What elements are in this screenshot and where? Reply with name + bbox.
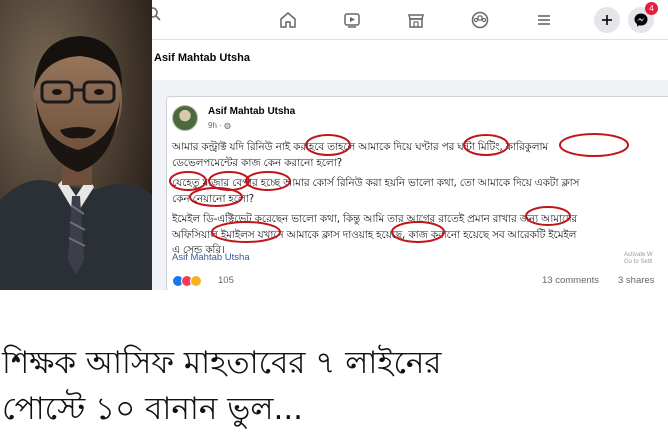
activation-line: Go to Setti	[624, 259, 653, 265]
reaction-count[interactable]: 105	[218, 275, 234, 286]
activation-line: Activate W	[624, 252, 653, 258]
globe-icon: ◍	[224, 121, 231, 130]
notification-count: 4	[649, 4, 654, 13]
post-line: ইমেইল ডি-এক্টিভেট করেছেন ভালো কথা, কিন্ত…	[172, 213, 577, 225]
menu-icon[interactable]	[530, 6, 558, 34]
search-icon	[152, 6, 162, 26]
watch-icon[interactable]	[338, 6, 366, 34]
avatar[interactable]	[172, 105, 198, 131]
activation-watermark: Activate W Go to Setti	[624, 252, 653, 266]
portrait-photo	[0, 0, 152, 290]
portrait-illustration	[0, 0, 152, 290]
headline-line: পোস্টে ১০ বানান ভুল...	[2, 391, 304, 427]
haha-reaction-icon	[190, 275, 202, 287]
shares-count[interactable]: 3 shares	[618, 275, 654, 286]
plus-icon[interactable]	[594, 7, 620, 33]
facebook-top-nav: 4	[152, 0, 668, 40]
comments-count[interactable]: 13 comments	[542, 275, 599, 286]
post-line: কেন নেয়ানো হলো?	[172, 193, 255, 205]
home-icon[interactable]	[274, 6, 302, 34]
post-author[interactable]: Asif Mahtab Utsha	[208, 106, 295, 117]
profile-name[interactable]: Asif Mahtab Utsha	[154, 52, 250, 64]
post-line: ডেভেলপমেন্টের কাজ কেন করানো হলো?	[172, 157, 342, 169]
news-image: 4 Asif Mahtab Utsha Asif Mahtab Utsha 9h…	[0, 0, 668, 290]
post-time[interactable]: 9h ·	[208, 121, 224, 130]
headline: শিক্ষক আসিফ মাহতাবের ৭ লাইনের পোস্টে ১০ …	[2, 340, 666, 432]
reactions[interactable]	[172, 275, 202, 287]
post-line: অফিসিয়াল ইমাইলস যখানে আমাকে ক্লাস দাওয়…	[172, 229, 577, 241]
marketplace-icon[interactable]	[402, 6, 430, 34]
groups-icon[interactable]	[466, 6, 494, 34]
headline-line: শিক্ষক আসিফ মাহতাবের ৭ লাইনের	[2, 345, 442, 381]
post-footer-author[interactable]: Asif Mahtab Utsha	[172, 252, 250, 263]
facebook-screenshot: 4 Asif Mahtab Utsha Asif Mahtab Utsha 9h…	[152, 0, 668, 290]
notification-badge: 4	[645, 2, 658, 15]
post-line: যেহেতু মাজার বেপার হচ্ছে আমার কোর্স রিনি…	[172, 177, 580, 189]
post-line: আমার কন্ট্রাক্ট যদি রিনিউ নাই করাহবে তাহ…	[172, 141, 548, 153]
post-meta: 9h · ◍	[208, 121, 231, 130]
